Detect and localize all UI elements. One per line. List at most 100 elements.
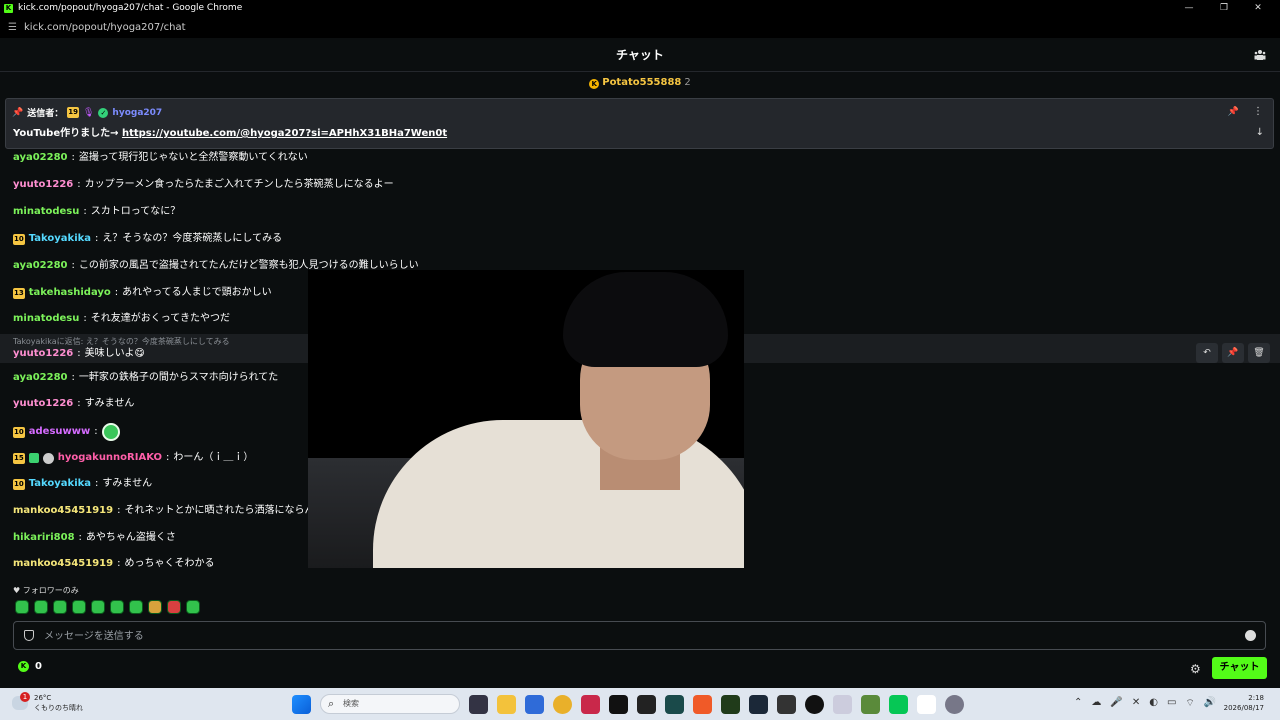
mic-badge-icon: 🎙 <box>82 107 95 118</box>
message-input-box[interactable] <box>13 621 1266 650</box>
message-username[interactable]: minatodesu <box>13 311 79 327</box>
app-icon[interactable] <box>637 694 656 714</box>
volume-icon[interactable]: 🔊 <box>1204 697 1216 710</box>
unpin-icon[interactable]: 📌 <box>1228 107 1239 117</box>
pin-icon[interactable]: 📌 <box>1222 343 1244 363</box>
app-icon[interactable] <box>777 694 796 714</box>
weather-widget[interactable]: 26°C くもりのち晴れ <box>12 692 83 713</box>
message-username[interactable]: aya02280 <box>13 150 68 166</box>
chrome-icon[interactable] <box>553 694 572 714</box>
windows-start-icon[interactable] <box>292 694 311 714</box>
gear-icon[interactable]: ⚙ <box>1190 662 1201 676</box>
message-username[interactable]: yuuto1226 <box>13 346 73 362</box>
message-username[interactable]: mankoo45451919 <box>13 556 113 572</box>
message-input[interactable] <box>44 626 1224 646</box>
wifi-icon[interactable]: ⌔ <box>1185 697 1194 710</box>
more-options-icon[interactable]: ⋮ <box>1253 106 1263 117</box>
tiktok-icon[interactable] <box>609 694 628 714</box>
chat-message: 10 Takoyakika: すみません <box>13 476 152 492</box>
kick-logo-icon: K <box>4 3 13 13</box>
file-explorer-icon[interactable] <box>497 694 516 714</box>
site-settings-icon[interactable]: ☰ <box>8 22 18 33</box>
emote-icon[interactable] <box>186 600 200 614</box>
message-username[interactable]: hyogakunnoRIAKO <box>58 450 162 466</box>
gifter-name[interactable]: Potato555888 <box>602 77 681 88</box>
close-button[interactable]: ✕ <box>1242 0 1274 16</box>
emoji-picker-icon[interactable] <box>1245 630 1256 641</box>
url-text[interactable]: kick.com/popout/hyoga207/chat <box>24 22 186 33</box>
network-icon[interactable]: ☁ <box>1091 697 1101 710</box>
message-username[interactable]: minatodesu <box>13 204 79 220</box>
emote-icon[interactable] <box>34 600 48 614</box>
app-icon[interactable] <box>805 694 824 714</box>
pinned-link[interactable]: https://youtube.com/@hyoga207?si=APHhX31… <box>122 128 447 139</box>
message-username[interactable]: aya02280 <box>13 370 68 386</box>
channel-points[interactable]: K 0 <box>18 661 42 672</box>
pinned-text: YouTube作りました→ https://youtube.com/@hyoga… <box>13 124 447 139</box>
pinned-username[interactable]: hyoga207 <box>112 108 162 118</box>
message-username[interactable]: Takoyakika <box>29 231 91 247</box>
message-text: めっちゃくそわかる <box>124 558 215 569</box>
weather-icon <box>12 692 30 710</box>
restore-button[interactable]: ❐ <box>1208 0 1240 16</box>
avatar-badge-icon <box>42 452 54 464</box>
gifter-count: 2 <box>684 77 691 88</box>
microphone-icon[interactable]: 🎤 <box>1110 697 1122 710</box>
app-icon[interactable] <box>917 694 936 714</box>
minecraft-icon[interactable] <box>861 694 880 714</box>
taskbar-clock[interactable]: 2:18 2026/08/17 <box>1224 693 1264 713</box>
emote-icon[interactable] <box>110 600 124 614</box>
delete-icon[interactable]: 🗑 <box>1248 343 1270 363</box>
app-icon[interactable] <box>721 694 740 714</box>
emote-icon[interactable] <box>15 600 29 614</box>
followers-only-label: ♥ フォロワーのみ <box>13 585 79 596</box>
minimize-button[interactable]: — <box>1173 0 1205 16</box>
message-text: 美味しいよ😋 <box>84 348 145 359</box>
window-title: kick.com/popout/hyoga207/chat - Google C… <box>18 3 243 13</box>
line-icon[interactable] <box>889 694 908 714</box>
emote-icon[interactable] <box>91 600 105 614</box>
message-username[interactable]: mankoo45451919 <box>13 503 113 519</box>
message-text: すみません <box>84 398 135 409</box>
message-text: カップラーメン食ったらたまご入れてチンしたら茶碗蒸しになるよー <box>84 179 394 190</box>
shield-icon[interactable] <box>24 630 34 641</box>
message-username[interactable]: hikariri808 <box>13 530 75 546</box>
gift-leaderboard[interactable]: K Potato555888 2 <box>0 72 1280 94</box>
task-view-icon[interactable] <box>469 694 488 714</box>
users-icon[interactable] <box>1254 49 1266 61</box>
webcam-overlay <box>308 270 744 568</box>
emote-icon[interactable] <box>167 600 181 614</box>
chat-title: チャット <box>616 48 664 62</box>
app-tray-icon[interactable]: ◐ <box>1149 697 1158 710</box>
message-username[interactable]: Takoyakika <box>29 476 91 492</box>
brave-icon[interactable] <box>693 694 712 714</box>
message-username[interactable]: yuuto1226 <box>13 177 73 193</box>
settings-icon[interactable] <box>945 694 964 714</box>
app-tray-icon[interactable]: ✕ <box>1132 697 1140 710</box>
quick-emote-row <box>15 600 200 614</box>
browser-title-bar: K kick.com/popout/hyoga207/chat - Google… <box>0 0 1280 16</box>
emote-icon[interactable] <box>53 600 67 614</box>
message-username[interactable]: takehashidayo <box>29 285 111 301</box>
chevron-up-icon[interactable]: ⌃ <box>1074 697 1082 710</box>
message-username[interactable]: aya02280 <box>13 258 68 274</box>
app-icon[interactable] <box>581 694 600 714</box>
expand-down-icon[interactable]: ↓ <box>1256 127 1264 138</box>
emote-icon[interactable] <box>72 600 86 614</box>
reply-icon[interactable]: ↶ <box>1196 343 1218 363</box>
message-username[interactable]: yuuto1226 <box>13 396 73 412</box>
app-icon[interactable] <box>665 694 684 714</box>
message-text: え？そうなの？今度茶碗蒸しにしてみる <box>102 233 283 244</box>
display-icon[interactable]: ▭ <box>1167 697 1176 710</box>
app-icon[interactable] <box>833 694 852 714</box>
message-username[interactable]: adesuwww <box>29 424 90 440</box>
address-bar[interactable]: ☰ kick.com/popout/hyoga207/chat <box>0 16 1280 38</box>
emote-icon[interactable] <box>129 600 143 614</box>
pin-small-icon: 📌 <box>12 107 24 118</box>
app-icon[interactable] <box>525 694 544 714</box>
steam-icon[interactable] <box>749 694 768 714</box>
emote-icon[interactable] <box>148 600 162 614</box>
message-colon: : <box>71 152 75 163</box>
taskbar-search[interactable]: 検索 <box>320 694 460 714</box>
send-chat-button[interactable]: チャット <box>1212 657 1267 679</box>
